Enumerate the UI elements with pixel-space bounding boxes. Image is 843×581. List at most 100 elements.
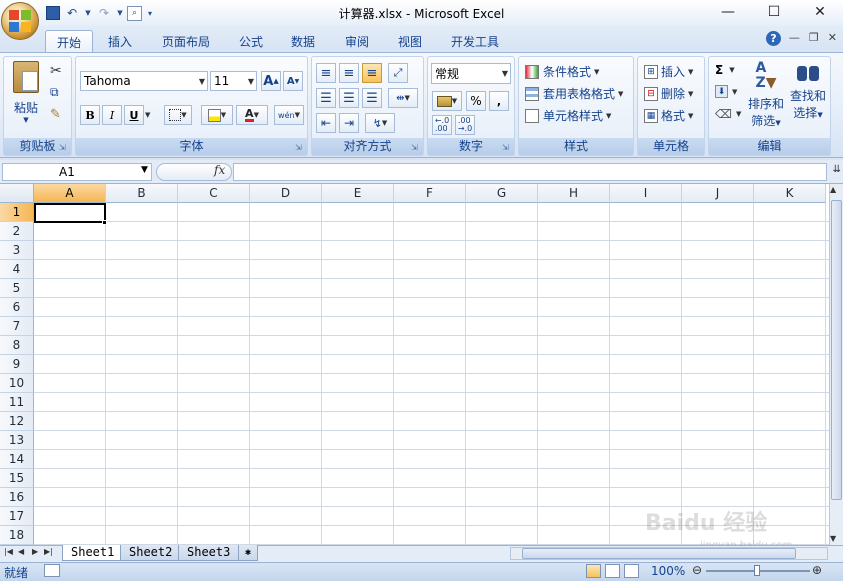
column-header[interactable]: F: [394, 184, 466, 203]
tab-page-layout[interactable]: 页面布局: [151, 30, 221, 53]
cell-styles-button[interactable]: 单元格样式 ▼: [525, 107, 611, 124]
name-box-dropdown-icon[interactable]: ▼: [141, 165, 148, 175]
row-header[interactable]: 17: [0, 507, 34, 526]
insert-cells-button[interactable]: ⊞ 插入 ▼: [644, 63, 693, 80]
maximize-button[interactable]: ☐: [751, 0, 797, 24]
vertical-scroll-thumb[interactable]: [831, 200, 842, 500]
column-header[interactable]: H: [538, 184, 610, 203]
row-header[interactable]: 4: [0, 260, 34, 279]
cut-icon[interactable]: ✂: [50, 63, 62, 79]
currency-button[interactable]: ▼: [432, 91, 462, 111]
column-header[interactable]: D: [250, 184, 322, 203]
font-name-select[interactable]: Tahoma ▼: [80, 71, 208, 91]
row-header[interactable]: 13: [0, 431, 34, 450]
column-header[interactable]: E: [322, 184, 394, 203]
align-top-icon[interactable]: ≡: [316, 63, 336, 83]
row-header[interactable]: 8: [0, 336, 34, 355]
find-select-button[interactable]: 查找和 选择▼: [788, 61, 828, 131]
align-center-icon[interactable]: ☰: [339, 88, 359, 108]
page-break-view-icon[interactable]: [624, 564, 639, 578]
increase-decimal-icon[interactable]: ←.0.00: [432, 115, 452, 135]
horizontal-scroll-thumb[interactable]: [522, 548, 796, 559]
paste-button[interactable]: 粘贴 ▼: [8, 61, 44, 127]
decrease-decimal-icon[interactable]: .00 →.0: [455, 115, 475, 135]
worksheet-grid[interactable]: ABCDEFGHIJK 1 2 3 4 5 6 7 8 9 10 11 12 13 14 15 16 17 18: [0, 184, 829, 545]
name-box[interactable]: A1: [2, 163, 152, 181]
align-right-icon[interactable]: ☰: [362, 88, 382, 108]
sheet-tab-2[interactable]: Sheet2: [120, 545, 182, 561]
row-header[interactable]: 3: [0, 241, 34, 260]
zoom-level[interactable]: 100%: [651, 564, 685, 578]
conditional-format-button[interactable]: 条件格式 ▼: [525, 63, 599, 80]
row-header[interactable]: 1: [0, 203, 34, 222]
copy-icon[interactable]: ⧉: [50, 85, 59, 100]
clear-button[interactable]: ⌫ ▼: [715, 107, 741, 121]
fill-handle[interactable]: [102, 220, 107, 225]
row-header[interactable]: 6: [0, 298, 34, 317]
row-header[interactable]: 16: [0, 488, 34, 507]
column-header[interactable]: J: [682, 184, 754, 203]
last-sheet-icon[interactable]: ▶|: [44, 547, 53, 556]
page-layout-view-icon[interactable]: [605, 564, 620, 578]
row-header[interactable]: 12: [0, 412, 34, 431]
select-all-corner[interactable]: [0, 184, 34, 203]
bold-button[interactable]: B: [80, 105, 100, 125]
sheet-tab-1[interactable]: Sheet1: [62, 545, 124, 561]
clipboard-launcher-icon[interactable]: ⇲: [59, 143, 68, 152]
row-header[interactable]: 2: [0, 222, 34, 241]
align-middle-icon[interactable]: ≡: [339, 63, 359, 83]
tab-developer[interactable]: 开发工具: [440, 30, 510, 53]
merge-center-button[interactable]: ⇹ ▼: [388, 88, 418, 108]
column-header[interactable]: I: [610, 184, 682, 203]
orientation-icon[interactable]: ⤢: [388, 63, 408, 83]
comma-button[interactable]: ,: [489, 91, 509, 111]
tab-review[interactable]: 审阅: [334, 30, 380, 53]
minimize-button[interactable]: —: [705, 0, 751, 24]
macro-record-icon[interactable]: [44, 564, 60, 577]
alignment-launcher-icon[interactable]: ⇲: [411, 143, 420, 152]
row-header[interactable]: 18: [0, 526, 34, 545]
underline-button[interactable]: U: [124, 105, 144, 125]
insert-sheet-icon[interactable]: ✱: [238, 545, 259, 561]
phonetic-button[interactable]: wén ▼: [274, 105, 304, 125]
close-button[interactable]: ✕: [797, 0, 843, 24]
column-header[interactable]: A: [34, 184, 106, 203]
font-color-button[interactable]: A ▼: [236, 105, 268, 125]
tab-view[interactable]: 视图: [387, 30, 433, 53]
number-launcher-icon[interactable]: ⇲: [502, 143, 511, 152]
row-header[interactable]: 11: [0, 393, 34, 412]
format-painter-icon[interactable]: ✎: [50, 107, 61, 122]
autosum-button[interactable]: Σ ▼: [715, 63, 735, 77]
scroll-up-icon[interactable]: ▲: [830, 185, 836, 194]
align-bottom-icon[interactable]: ≡: [362, 63, 382, 83]
tab-insert[interactable]: 插入: [97, 30, 143, 53]
zoom-in-icon[interactable]: ⊕: [812, 563, 822, 577]
decrease-indent-icon[interactable]: ⇤: [316, 113, 336, 133]
grow-font-button[interactable]: A ▲: [261, 71, 281, 91]
sort-filter-button[interactable]: A Z▼ 排序和 筛选▼: [746, 61, 786, 131]
format-as-table-button[interactable]: 套用表格格式 ▼: [525, 85, 623, 102]
row-header[interactable]: 5: [0, 279, 34, 298]
underline-dropdown-icon[interactable]: ▼: [145, 111, 150, 119]
format-cells-button[interactable]: ▦ 格式 ▼: [644, 107, 693, 124]
percent-button[interactable]: %: [466, 91, 486, 111]
tab-formulas[interactable]: 公式: [228, 30, 274, 53]
tab-home[interactable]: 开始: [45, 30, 94, 53]
expand-formula-bar-icon[interactable]: ⇊: [833, 164, 841, 175]
zoom-slider-thumb[interactable]: [754, 565, 760, 576]
normal-view-icon[interactable]: [586, 564, 601, 578]
row-header[interactable]: 7: [0, 317, 34, 336]
row-header[interactable]: 14: [0, 450, 34, 469]
sheet-tab-3[interactable]: Sheet3: [178, 545, 240, 561]
font-size-select[interactable]: 11 ▼: [210, 71, 257, 91]
column-header[interactable]: B: [106, 184, 178, 203]
italic-button[interactable]: I: [102, 105, 122, 125]
scroll-down-icon[interactable]: ▼: [830, 534, 836, 543]
font-launcher-icon[interactable]: ⇲: [295, 143, 304, 152]
row-header[interactable]: 9: [0, 355, 34, 374]
prev-sheet-icon[interactable]: ◀: [18, 547, 24, 556]
active-cell[interactable]: [34, 203, 106, 223]
align-left-icon[interactable]: ☰: [316, 88, 336, 108]
tab-data[interactable]: 数据: [280, 30, 326, 53]
formula-input[interactable]: [233, 163, 827, 181]
